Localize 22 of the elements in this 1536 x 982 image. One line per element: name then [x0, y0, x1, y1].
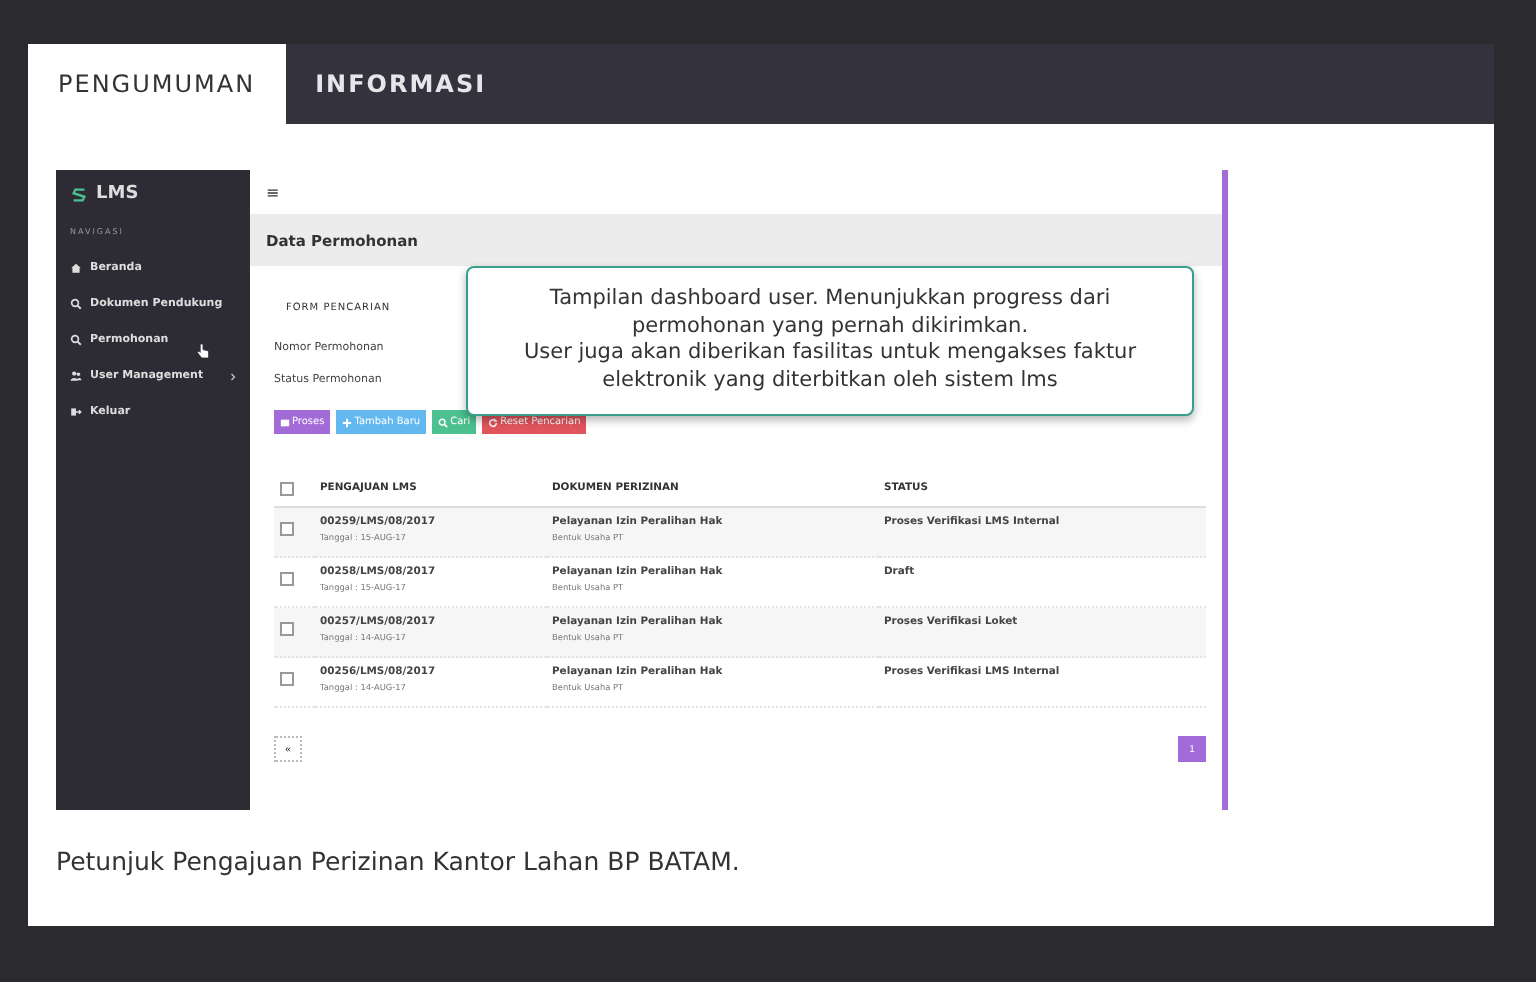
users-icon [70, 370, 82, 382]
list-icon [280, 417, 290, 427]
caption: Petunjuk Pengajuan Perizinan Kantor Lahan BP BATAM. [56, 846, 742, 876]
tooltip: Tampilan dashboard user. Menunjukkan progress dari permohonan yang pernah dikirimkan. User juga akan diberikan fasilitas untuk mengakses faktur elektronik yang diterbitkan oleh sistem lms [466, 266, 1194, 416]
search-icon [70, 334, 82, 346]
search-icon [438, 417, 449, 427]
checkbox[interactable] [280, 572, 294, 586]
checkbox[interactable] [280, 522, 294, 536]
logo-icon [70, 185, 88, 203]
tab[interactable]: PENGUMUMAN [28, 44, 286, 124]
menu-icon[interactable]: ≡ [266, 183, 280, 201]
logo-text: LMS [96, 184, 139, 204]
refresh-icon [488, 417, 499, 427]
hand-cursor-icon [196, 342, 210, 360]
home-icon [70, 262, 82, 274]
exit-icon [70, 406, 82, 418]
search-icon [70, 298, 82, 310]
checkbox[interactable] [280, 672, 294, 686]
plus-icon [342, 417, 353, 427]
checkbox[interactable] [280, 622, 294, 636]
checkbox[interactable] [280, 482, 294, 496]
tab[interactable]: INFORMASI [285, 44, 517, 124]
